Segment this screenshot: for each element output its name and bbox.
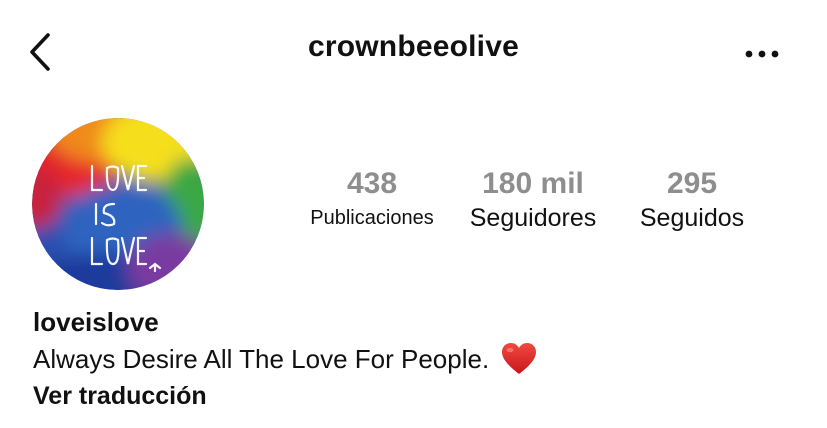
bio-text: Always Desire All The Love For People. (33, 344, 490, 374)
profile-stats: 438 Publicaciones 180 mil Seguidores 295… (290, 166, 770, 246)
bio-display-name: loveislove (33, 307, 159, 337)
following-count: 295 (666, 167, 718, 200)
bio-text-line: Always Desire All The Love For People. (33, 340, 793, 378)
followers-label: Seguidores (469, 204, 597, 232)
love-is-love-avatar-image (32, 118, 204, 290)
more-horizontal-icon (745, 50, 779, 58)
see-translation-link[interactable]: Ver traducción (33, 378, 793, 414)
posts-count: 438 (346, 167, 398, 200)
more-options-button[interactable] (740, 36, 784, 72)
followers-count: 180 mil (482, 167, 584, 200)
top-navigation-bar: crownbeeolive (0, 0, 827, 100)
profile-username-title: crownbeeolive (307, 30, 519, 63)
followers-stat[interactable]: 180 mil Seguidores (458, 166, 608, 234)
profile-avatar[interactable] (32, 118, 204, 290)
posts-stat[interactable]: 438 Publicaciones (300, 166, 444, 234)
red-heart-icon (502, 343, 537, 374)
profile-bio: loveislove Always Desire All The Love Fo… (33, 304, 793, 414)
following-stat[interactable]: 295 Seguidos (628, 166, 756, 234)
posts-label: Publicaciones (310, 207, 434, 229)
following-label: Seguidos (639, 204, 745, 232)
